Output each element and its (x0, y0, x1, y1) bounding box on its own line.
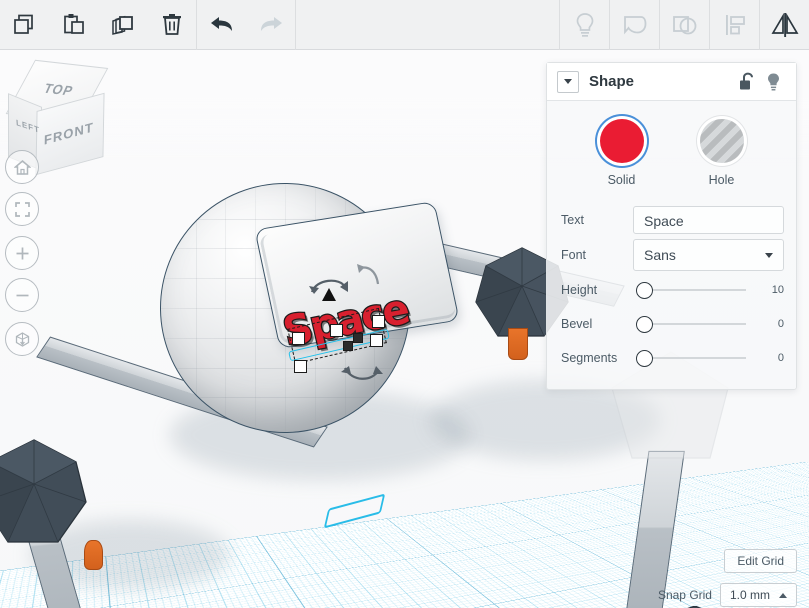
view-navigation-controls (2, 150, 42, 364)
light-button[interactable] (560, 0, 609, 50)
text-input[interactable]: Space (633, 206, 784, 234)
panel-collapse-button[interactable] (557, 71, 579, 93)
delete-button[interactable] (147, 0, 196, 50)
peg-shape[interactable] (84, 540, 103, 570)
bevel-value: 0 (750, 318, 784, 330)
toolbar-history-group (197, 0, 295, 50)
unlock-icon (739, 72, 756, 91)
lightbulb-icon (765, 72, 782, 92)
bevel-field-row: Bevel 0 (547, 307, 796, 341)
segments-slider[interactable] (633, 344, 750, 372)
segments-slider-track (643, 357, 746, 359)
resize-handle[interactable] (330, 324, 343, 337)
panel-light-button[interactable] (760, 70, 786, 94)
editor-root: Space TOP FRONT LEFT (0, 0, 809, 608)
toolbar-tools-group (560, 0, 809, 50)
duplicate-button[interactable] (98, 0, 147, 50)
ungroup-button[interactable] (660, 0, 709, 50)
solid-hole-selector: Solid Hole (547, 119, 796, 203)
zoom-in-button[interactable] (5, 236, 39, 270)
undo-button[interactable] (197, 0, 246, 50)
fit-to-view-icon (14, 201, 31, 218)
home-view-button[interactable] (5, 150, 39, 184)
panel-title: Shape (589, 73, 734, 90)
solid-swatch[interactable]: Solid (600, 119, 644, 187)
height-field-row: Height 10 (547, 273, 796, 307)
resize-handle[interactable] (294, 360, 307, 373)
copy-button[interactable] (0, 0, 49, 50)
height-handle[interactable] (322, 288, 336, 301)
fit-view-button[interactable] (5, 192, 39, 226)
font-select[interactable]: Sans (633, 239, 784, 271)
height-slider-knob[interactable] (636, 282, 653, 299)
segments-field-row: Segments 0 (547, 341, 796, 375)
center-handle[interactable] (353, 333, 363, 343)
home-icon (14, 159, 31, 176)
text-field-label: Text (561, 213, 633, 227)
hole-label: Hole (709, 173, 735, 187)
segments-slider-knob[interactable] (636, 350, 653, 367)
edit-grid-button[interactable]: Edit Grid (724, 549, 797, 573)
bevel-field-label: Bevel (561, 317, 633, 331)
chevron-down-icon (765, 253, 773, 258)
lock-toggle-button[interactable] (734, 70, 760, 94)
shape-panel-body: Solid Hole Text Space Font Sans Heig (547, 101, 796, 389)
height-value: 10 (750, 284, 784, 296)
peg-shape[interactable] (508, 328, 528, 360)
hole-pattern-circle[interactable] (700, 119, 744, 163)
toolbar-clipboard-group (0, 0, 196, 50)
shape-inspector-panel: Shape Solid Hole Text Space (546, 62, 797, 390)
font-field-label: Font (561, 248, 633, 262)
mirror-button[interactable] (760, 0, 809, 50)
rotate-handle-x[interactable] (340, 364, 384, 391)
redo-button[interactable] (246, 0, 295, 50)
align-button[interactable] (710, 0, 759, 50)
solid-label: Solid (608, 173, 636, 187)
shape-panel-header: Shape (547, 63, 796, 101)
text-field-row: Text Space (547, 203, 796, 237)
snap-grid-control: Snap Grid 1.0 mm (658, 583, 797, 607)
plus-icon (14, 245, 31, 262)
top-toolbar (0, 0, 809, 50)
bevel-slider-track (643, 323, 746, 325)
toolbar-spacer (296, 0, 559, 50)
resize-handle[interactable] (370, 334, 383, 347)
solid-color-circle[interactable] (600, 119, 644, 163)
group-button[interactable] (610, 0, 659, 50)
chevron-up-icon (779, 593, 787, 598)
segments-value: 0 (750, 352, 784, 364)
center-handle[interactable] (343, 341, 353, 351)
font-field-row: Font Sans (547, 237, 796, 273)
height-field-label: Height (561, 283, 633, 297)
bevel-slider[interactable] (633, 310, 750, 338)
paste-button[interactable] (49, 0, 98, 50)
segments-field-label: Segments (561, 351, 633, 365)
polyhedron-shape[interactable] (0, 438, 90, 548)
font-selected-value: Sans (644, 247, 676, 263)
zoom-out-button[interactable] (5, 278, 39, 312)
resize-handle[interactable] (292, 332, 305, 345)
chevron-down-icon (564, 79, 572, 84)
cube-perspective-icon (14, 331, 31, 348)
height-slider[interactable] (633, 276, 750, 304)
snap-grid-value: 1.0 mm (730, 588, 770, 602)
resize-handle[interactable] (372, 315, 385, 328)
minus-icon (14, 287, 31, 304)
bevel-slider-knob[interactable] (636, 316, 653, 333)
height-slider-track (643, 289, 746, 291)
snap-grid-select[interactable]: 1.0 mm (720, 583, 797, 607)
projection-toggle-button[interactable] (5, 322, 39, 356)
rotate-handle-y[interactable] (356, 262, 382, 293)
snap-grid-label: Snap Grid (658, 588, 712, 602)
hole-swatch[interactable]: Hole (700, 119, 744, 187)
